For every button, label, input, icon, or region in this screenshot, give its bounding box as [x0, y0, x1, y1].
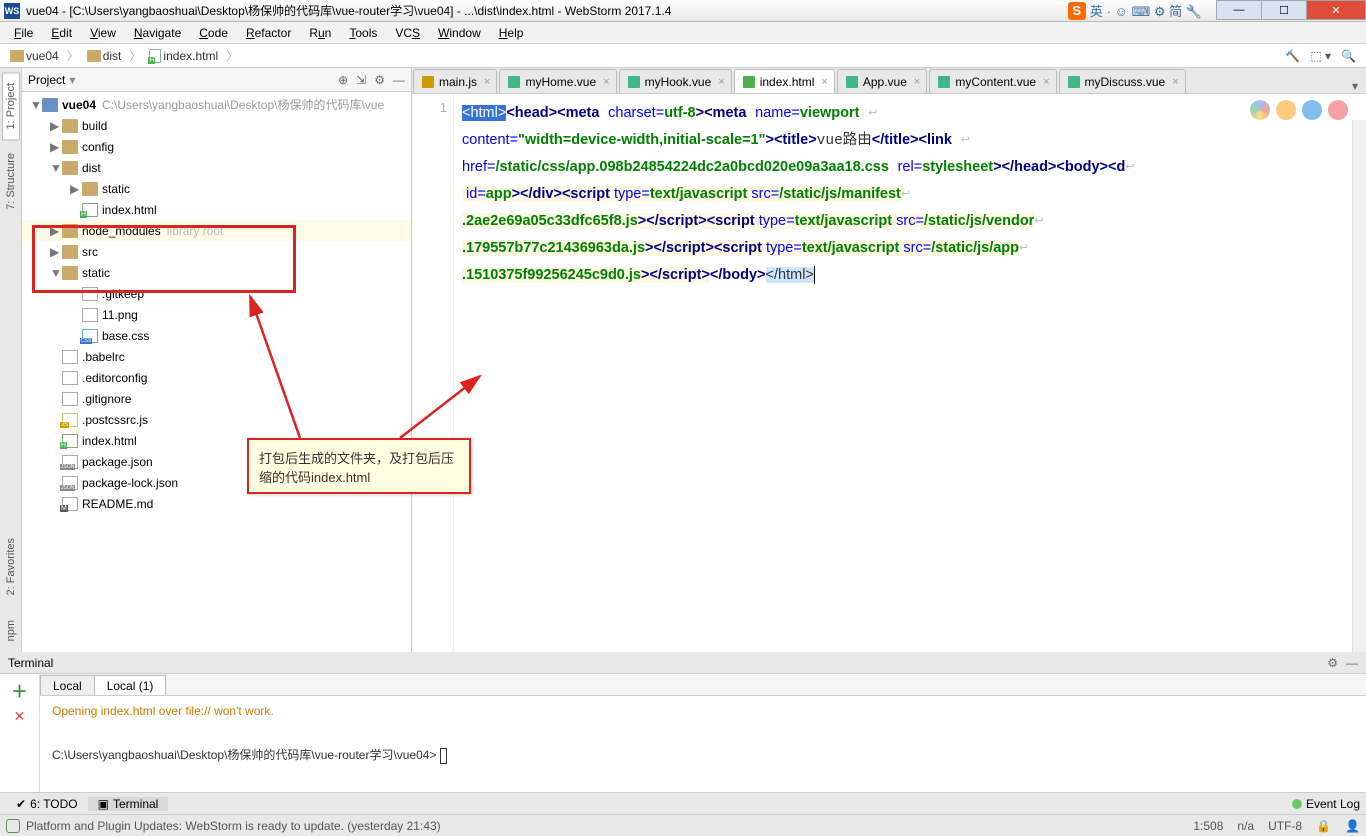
breadcrumb[interactable]: index.html: [143, 46, 224, 66]
tree-row[interactable]: ▶config: [22, 136, 411, 157]
editor-tab[interactable]: myDiscuss.vue×: [1059, 69, 1186, 93]
tool-npm[interactable]: npm: [2, 609, 20, 652]
tree-row[interactable]: ▼dist: [22, 157, 411, 178]
build-icon[interactable]: 🔨: [1285, 49, 1300, 63]
close-tab-icon[interactable]: ×: [718, 76, 724, 88]
editor-tab[interactable]: myContent.vue×: [929, 69, 1056, 93]
menu-code[interactable]: Code: [191, 24, 236, 42]
menu-file[interactable]: File: [6, 24, 41, 42]
terminal-title: Terminal: [8, 656, 53, 670]
left-tool-stripe: 1: Project 7: Structure 2: Favorites npm: [0, 68, 22, 652]
window-title: vue04 - [C:\Users\yangbaoshuai\Desktop\杨…: [26, 2, 671, 19]
close-tab-icon[interactable]: ×: [1172, 76, 1178, 88]
editor-content[interactable]: <html><head><meta charset=utf-8><meta na…: [454, 94, 1366, 652]
tree-row[interactable]: ▶static: [22, 178, 411, 199]
close-tab-icon[interactable]: ×: [484, 76, 490, 88]
menu-refactor[interactable]: Refactor: [238, 24, 299, 42]
project-tool-window: Project ▾ ⊕ ⇲ ⚙ — ▼vue04C:\Users\yangbao…: [22, 68, 412, 652]
gear-icon[interactable]: ⚙: [374, 73, 385, 87]
window-minimize-button[interactable]: —: [1216, 0, 1262, 20]
tool-event-log[interactable]: Event Log: [1292, 797, 1360, 811]
caret-position: 1:508: [1193, 819, 1223, 833]
menu-window[interactable]: Window: [430, 24, 489, 42]
tree-row[interactable]: .gitignore: [22, 388, 411, 409]
tool-terminal[interactable]: ▣ Terminal: [88, 797, 169, 811]
tree-row[interactable]: base.css: [22, 325, 411, 346]
app-icon: WS: [4, 3, 20, 19]
close-tab-icon[interactable]: ×: [914, 76, 920, 88]
editor-gutter: 1: [412, 94, 454, 652]
terminal-output[interactable]: Opening index.html over file:// won't wo…: [40, 696, 1366, 792]
close-tab-icon[interactable]: ×: [1043, 76, 1049, 88]
status-bar: Platform and Plugin Updates: WebStorm is…: [0, 814, 1366, 836]
hector-icon[interactable]: 👤: [1345, 819, 1360, 833]
editor-tab[interactable]: myHook.vue×: [619, 69, 732, 93]
editor-tabs: main.js×myHome.vue×myHook.vue×index.html…: [412, 68, 1366, 94]
terminal-hide-icon[interactable]: —: [1346, 656, 1358, 670]
tool-project[interactable]: 1: Project: [2, 72, 20, 140]
terminal-new-session-button[interactable]: ＋: [11, 678, 27, 702]
line-separator[interactable]: n/a: [1237, 819, 1254, 833]
tool-favorites[interactable]: 2: Favorites: [2, 527, 20, 606]
bottom-tool-stripe: ✔ 6: TODO ▣ Terminal Event Log: [0, 792, 1366, 814]
collapse-icon[interactable]: ⇲: [356, 73, 366, 87]
status-message: Platform and Plugin Updates: WebStorm is…: [26, 819, 441, 833]
window-maximize-button[interactable]: ☐: [1261, 0, 1307, 20]
file-encoding[interactable]: UTF-8: [1268, 819, 1302, 833]
tree-row[interactable]: 11.png: [22, 304, 411, 325]
editor-scrollbar[interactable]: [1352, 120, 1366, 652]
breadcrumb[interactable]: vue04: [4, 46, 65, 66]
tree-row[interactable]: ▶build: [22, 115, 411, 136]
annotation-callout: 打包后生成的文件夹，及打包后压缩的代码index.html: [247, 438, 471, 494]
tool-todo[interactable]: ✔ 6: TODO: [6, 797, 88, 811]
tree-row[interactable]: .postcssrc.js: [22, 409, 411, 430]
select-device-icon[interactable]: ⬚ ▾: [1310, 49, 1331, 63]
tree-row[interactable]: ▶node_moduleslibrary root: [22, 220, 411, 241]
navigation-bar: vue04〉 dist〉 index.html〉 🔨 ⬚ ▾ 🔍: [0, 44, 1366, 68]
menu-help[interactable]: Help: [491, 24, 532, 42]
menu-run[interactable]: Run: [301, 24, 339, 42]
window-close-button[interactable]: ✕: [1306, 0, 1366, 20]
tree-row[interactable]: .gitkeep: [22, 283, 411, 304]
terminal-gear-icon[interactable]: ⚙: [1327, 656, 1338, 670]
close-tab-icon[interactable]: ×: [603, 76, 609, 88]
ime-indicator[interactable]: S 英 · ☺ ⌨ ⚙ 简 🔧: [1068, 1, 1202, 20]
menu-edit[interactable]: Edit: [43, 24, 80, 42]
tree-row[interactable]: ▶src: [22, 241, 411, 262]
menu-navigate[interactable]: Navigate: [126, 24, 189, 42]
project-tree[interactable]: ▼vue04C:\Users\yangbaoshuai\Desktop\杨保帅的…: [22, 92, 411, 652]
tabs-overflow-icon[interactable]: ▾: [1344, 79, 1366, 93]
menu-vcs[interactable]: VCS: [387, 24, 428, 42]
search-icon[interactable]: 🔍: [1341, 49, 1356, 63]
readonly-lock-icon[interactable]: 🔒: [1316, 819, 1331, 833]
menu-view[interactable]: View: [82, 24, 124, 42]
titlebar: WS vue04 - [C:\Users\yangbaoshuai\Deskto…: [0, 0, 1366, 22]
editor-tab[interactable]: index.html×: [734, 69, 835, 93]
editor-area: main.js×myHome.vue×myHook.vue×index.html…: [412, 68, 1366, 652]
tree-row[interactable]: README.md: [22, 493, 411, 514]
tool-structure[interactable]: 7: Structure: [2, 142, 20, 221]
tree-row[interactable]: .babelrc: [22, 346, 411, 367]
editor-tab[interactable]: main.js×: [413, 69, 497, 93]
terminal-tab[interactable]: Local (1): [94, 675, 167, 695]
menu-tools[interactable]: Tools: [341, 24, 385, 42]
menu-bar: File Edit View Navigate Code Refactor Ru…: [0, 22, 1366, 44]
terminal-tab[interactable]: Local: [40, 675, 95, 695]
tree-row[interactable]: index.html: [22, 199, 411, 220]
open-in-browser-bar[interactable]: [1250, 100, 1348, 120]
update-available-icon[interactable]: [6, 819, 20, 833]
tree-row[interactable]: .editorconfig: [22, 367, 411, 388]
hide-icon[interactable]: —: [393, 73, 405, 87]
tree-row[interactable]: ▼static: [22, 262, 411, 283]
editor-tab[interactable]: App.vue×: [837, 69, 927, 93]
terminal-tool-window: Terminal ⚙ — ＋ ✕ Local Local (1) Opening…: [0, 652, 1366, 792]
terminal-close-session-button[interactable]: ✕: [14, 708, 26, 725]
editor-tab[interactable]: myHome.vue×: [499, 69, 616, 93]
close-tab-icon[interactable]: ×: [821, 76, 827, 88]
autoscroll-icon[interactable]: ⊕: [338, 73, 348, 87]
project-header-title: Project: [28, 73, 65, 87]
breadcrumb[interactable]: dist: [81, 46, 128, 66]
